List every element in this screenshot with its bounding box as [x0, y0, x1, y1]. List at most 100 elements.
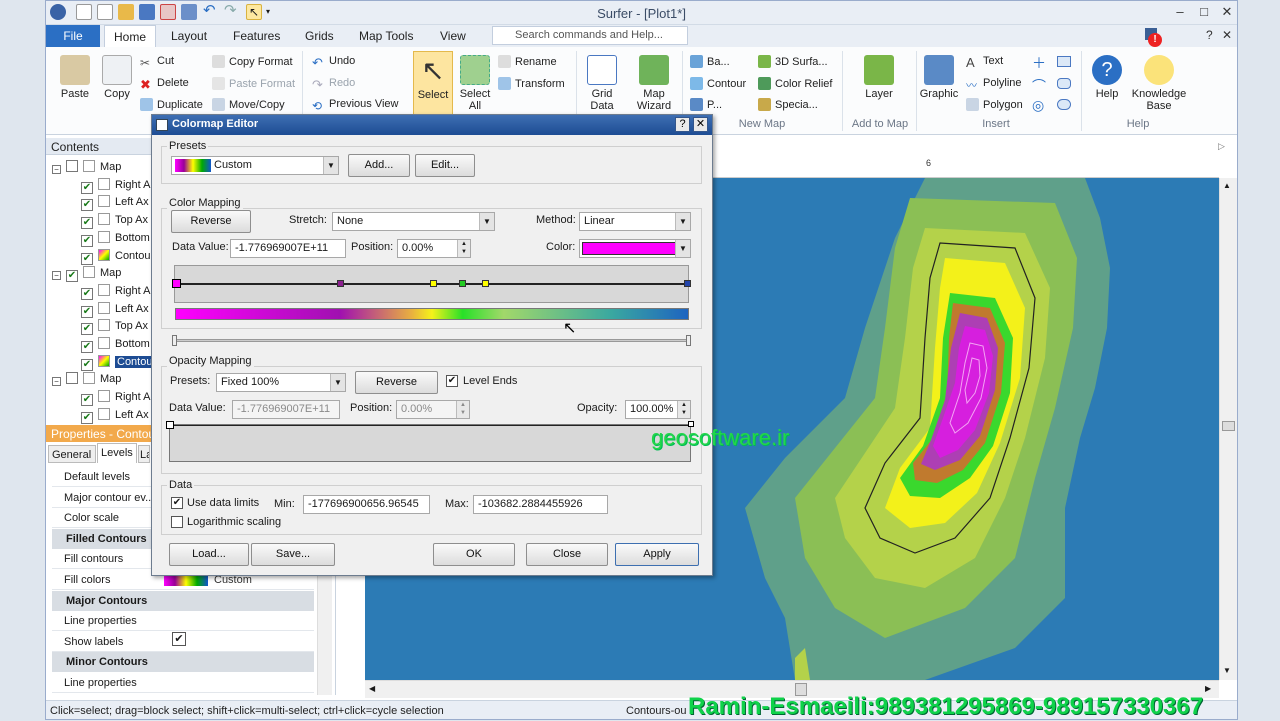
paste-button[interactable]: Paste	[58, 55, 92, 100]
opacity-preset-select[interactable]: Fixed 100% ▼	[216, 373, 346, 392]
visibility-checkbox[interactable]: ✔	[81, 341, 93, 353]
grid-data-button[interactable]: Grid Data	[584, 55, 620, 112]
tree-item[interactable]: − Map	[52, 160, 121, 174]
visibility-checkbox[interactable]: ✔	[81, 394, 93, 407]
tree-item[interactable]: ✔ Right A	[81, 283, 150, 300]
text-button[interactable]: A Text	[966, 55, 1003, 70]
visibility-checkbox[interactable]: ✔	[81, 305, 93, 318]
visibility-checkbox[interactable]: ✔	[81, 199, 93, 212]
3d-surface-button[interactable]: 3D Surfa...	[758, 55, 828, 68]
spinner-icon[interactable]: ▲ ▼	[677, 401, 690, 418]
color-node[interactable]	[172, 279, 181, 288]
preset-select[interactable]: Custom ▼	[171, 156, 339, 175]
tree-item[interactable]: ✔ Left Ax	[81, 301, 149, 318]
scroll-up-icon[interactable]: ▲	[1223, 181, 1231, 190]
min-input[interactable]: -177696900656.96545	[303, 495, 430, 514]
visibility-checkbox[interactable]: ✔	[81, 287, 93, 300]
position-input[interactable]: 0.00% ▲ ▼	[397, 239, 471, 258]
move-copy-button[interactable]: Move/Copy	[212, 98, 285, 111]
polyline-button[interactable]: 〰 Polyline	[966, 77, 1022, 92]
edit-preset-button[interactable]: Edit...	[415, 154, 475, 177]
visibility-checkbox[interactable]: ✔	[81, 181, 93, 194]
copy-button[interactable]: Copy	[100, 55, 134, 100]
tree-item[interactable]: ✔ Right A	[81, 390, 150, 407]
ok-button[interactable]: OK	[433, 543, 515, 566]
close-button[interactable]: ✕	[1216, 3, 1237, 21]
polygon-button[interactable]: Polygon	[966, 98, 1023, 111]
select-button[interactable]: ↖ Select	[413, 51, 453, 115]
level-ends-checkbox[interactable]: ✔	[446, 375, 458, 387]
tab-general[interactable]: General	[48, 445, 96, 463]
tree-item[interactable]: ✔ Right A	[81, 177, 150, 194]
layer-button[interactable]: Layer	[859, 55, 899, 100]
graphic-button[interactable]: Graphic	[918, 55, 960, 100]
visibility-checkbox[interactable]: ✔	[81, 323, 93, 336]
notification-badge[interactable]: !	[1148, 33, 1162, 47]
tab-levels[interactable]: Levels	[97, 443, 137, 463]
tree-item[interactable]: ✔ Contou	[81, 354, 155, 371]
copy-format-button[interactable]: Copy Format	[212, 55, 293, 68]
ribbon-expand-icon[interactable]: ▷	[1218, 141, 1225, 152]
special-map-button[interactable]: Specia...	[758, 98, 818, 111]
rectangle-icon[interactable]	[1057, 56, 1071, 67]
maximize-button[interactable]: □	[1193, 3, 1215, 21]
help-icon[interactable]: ?	[1206, 28, 1213, 42]
delete-button[interactable]: ✖ Delete	[140, 77, 189, 92]
tree-item[interactable]: ✔ Left Ax	[81, 195, 149, 212]
color-reverse-button[interactable]: Reverse	[171, 210, 251, 233]
add-preset-button[interactable]: Add...	[348, 154, 410, 177]
property-row[interactable]: Line properties	[52, 611, 314, 632]
scroll-thumb[interactable]	[1222, 421, 1235, 431]
tree-item[interactable]: − ✔ Map	[52, 266, 121, 283]
scroll-right-icon[interactable]: ▶	[1205, 684, 1211, 693]
tab-home[interactable]: Home	[104, 25, 157, 47]
knowledge-base-button[interactable]: Knowledge Base	[1128, 55, 1190, 112]
tree-item[interactable]: ✔ Top Ax	[81, 319, 148, 336]
range-slider[interactable]	[174, 339, 690, 342]
tab-labels[interactable]: La	[138, 445, 150, 463]
collapse-icon[interactable]: −	[52, 377, 61, 387]
spinner-icon[interactable]: ▲ ▼	[456, 401, 469, 418]
tab-map-tools[interactable]: Map Tools	[350, 25, 422, 47]
rounded-rect-icon[interactable]	[1057, 78, 1071, 89]
opacity-curve-area[interactable]	[169, 424, 691, 462]
color-relief-button[interactable]: Color Relief	[758, 77, 832, 90]
range-handle-left[interactable]	[172, 335, 177, 346]
collapse-icon[interactable]: −	[52, 271, 61, 281]
max-input[interactable]: -103682.2884455926	[473, 495, 608, 514]
color-node[interactable]	[430, 280, 437, 287]
color-node[interactable]	[684, 280, 691, 287]
rename-button[interactable]: Rename	[498, 55, 557, 68]
color-node[interactable]	[459, 280, 466, 287]
show-labels-checkbox[interactable]: ✔	[172, 632, 186, 646]
visibility-checkbox[interactable]: ✔	[81, 234, 93, 247]
opacity-position-input[interactable]: 0.00% ▲ ▼	[396, 400, 470, 419]
help-button[interactable]: ? Help	[1089, 55, 1125, 100]
base-map-button[interactable]: Ba...	[690, 55, 730, 68]
opacity-reverse-button[interactable]: Reverse	[355, 371, 438, 394]
data-value-input[interactable]: -1.776969007E+11	[230, 239, 346, 258]
stretch-select[interactable]: None ▼	[332, 212, 495, 231]
duplicate-button[interactable]: Duplicate	[140, 98, 203, 111]
visibility-checkbox[interactable]	[66, 372, 78, 385]
save-button[interactable]: Save...	[251, 543, 335, 566]
property-row[interactable]: Line properties	[52, 673, 314, 693]
opacity-data-value-input[interactable]: -1.776969007E+11	[232, 400, 340, 419]
previous-view-button[interactable]: ⟲ Previous View	[312, 98, 399, 113]
scroll-left-icon[interactable]: ◀	[369, 684, 375, 693]
tree-item[interactable]: ✔ Bottom	[81, 337, 150, 353]
tab-grids[interactable]: Grids	[296, 25, 343, 47]
select-all-button[interactable]: Select All	[456, 55, 494, 112]
undo-button[interactable]: ↶ Undo	[312, 55, 355, 70]
opacity-input[interactable]: 100.00% ▲ ▼	[625, 400, 691, 419]
color-select[interactable]: ▼	[579, 239, 691, 258]
range-handle-right[interactable]	[686, 335, 691, 346]
color-node[interactable]	[337, 280, 344, 287]
load-button[interactable]: Load...	[169, 543, 249, 566]
plus-icon[interactable]: ＋	[1032, 53, 1046, 73]
visibility-checkbox[interactable]: ✔	[81, 411, 93, 424]
use-data-limits-checkbox[interactable]: ✔	[171, 497, 183, 509]
tree-item[interactable]: ✔ Left Ax	[81, 407, 149, 424]
close-dialog-button[interactable]: Close	[526, 543, 608, 566]
visibility-checkbox[interactable]: ✔	[81, 252, 93, 265]
